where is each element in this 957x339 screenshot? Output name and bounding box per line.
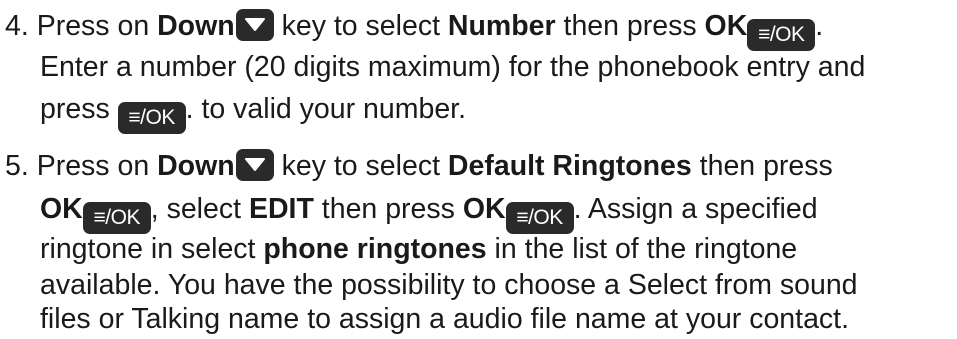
key-name-down: Down (157, 150, 235, 182)
down-arrow-key-icon (235, 149, 274, 181)
key-name-ok: OK (704, 10, 748, 42)
key-name-ok: OK (40, 193, 83, 225)
step-4-line-1: 4. Press on Down key to select Number th… (5, 9, 823, 51)
option-edit: EDIT (248, 193, 314, 225)
key-name-down: Down (157, 10, 235, 42)
step-5-line-1: 5. Press on Down key to select Default R… (5, 149, 833, 182)
menu-ok-key-icon: ≡/OK (747, 19, 816, 51)
down-arrow-key-icon (235, 9, 274, 41)
step-4-line-2: Enter a number (20 digits maximum) for t… (40, 51, 866, 83)
step-5-line-2: OK ≡/OK, select EDIT then press OK ≡/OK. A… (40, 192, 818, 234)
step-5-line-5: files or Talking name to assign a audio … (40, 303, 850, 335)
option-default-ringtones: Default Ringtones (447, 150, 692, 182)
key-name-ok: OK (462, 193, 506, 225)
menu-ok-key-icon: ≡/OK (117, 102, 186, 134)
option-phone-ringtones: phone ringtones (263, 233, 487, 265)
step-number: 5. (5, 150, 29, 182)
step-number: 4. (5, 10, 29, 42)
step-4-line-3: press ≡/OK. to valid your number. (40, 92, 466, 134)
step-5-line-3: ringtone in select phone ringtones in th… (40, 233, 798, 265)
option-number: Number (447, 10, 556, 42)
step-5-line-4: available. You have the possibility to c… (40, 269, 858, 301)
menu-ok-key-icon: ≡/OK (505, 202, 574, 234)
menu-ok-key-icon: ≡/OK (82, 202, 151, 234)
